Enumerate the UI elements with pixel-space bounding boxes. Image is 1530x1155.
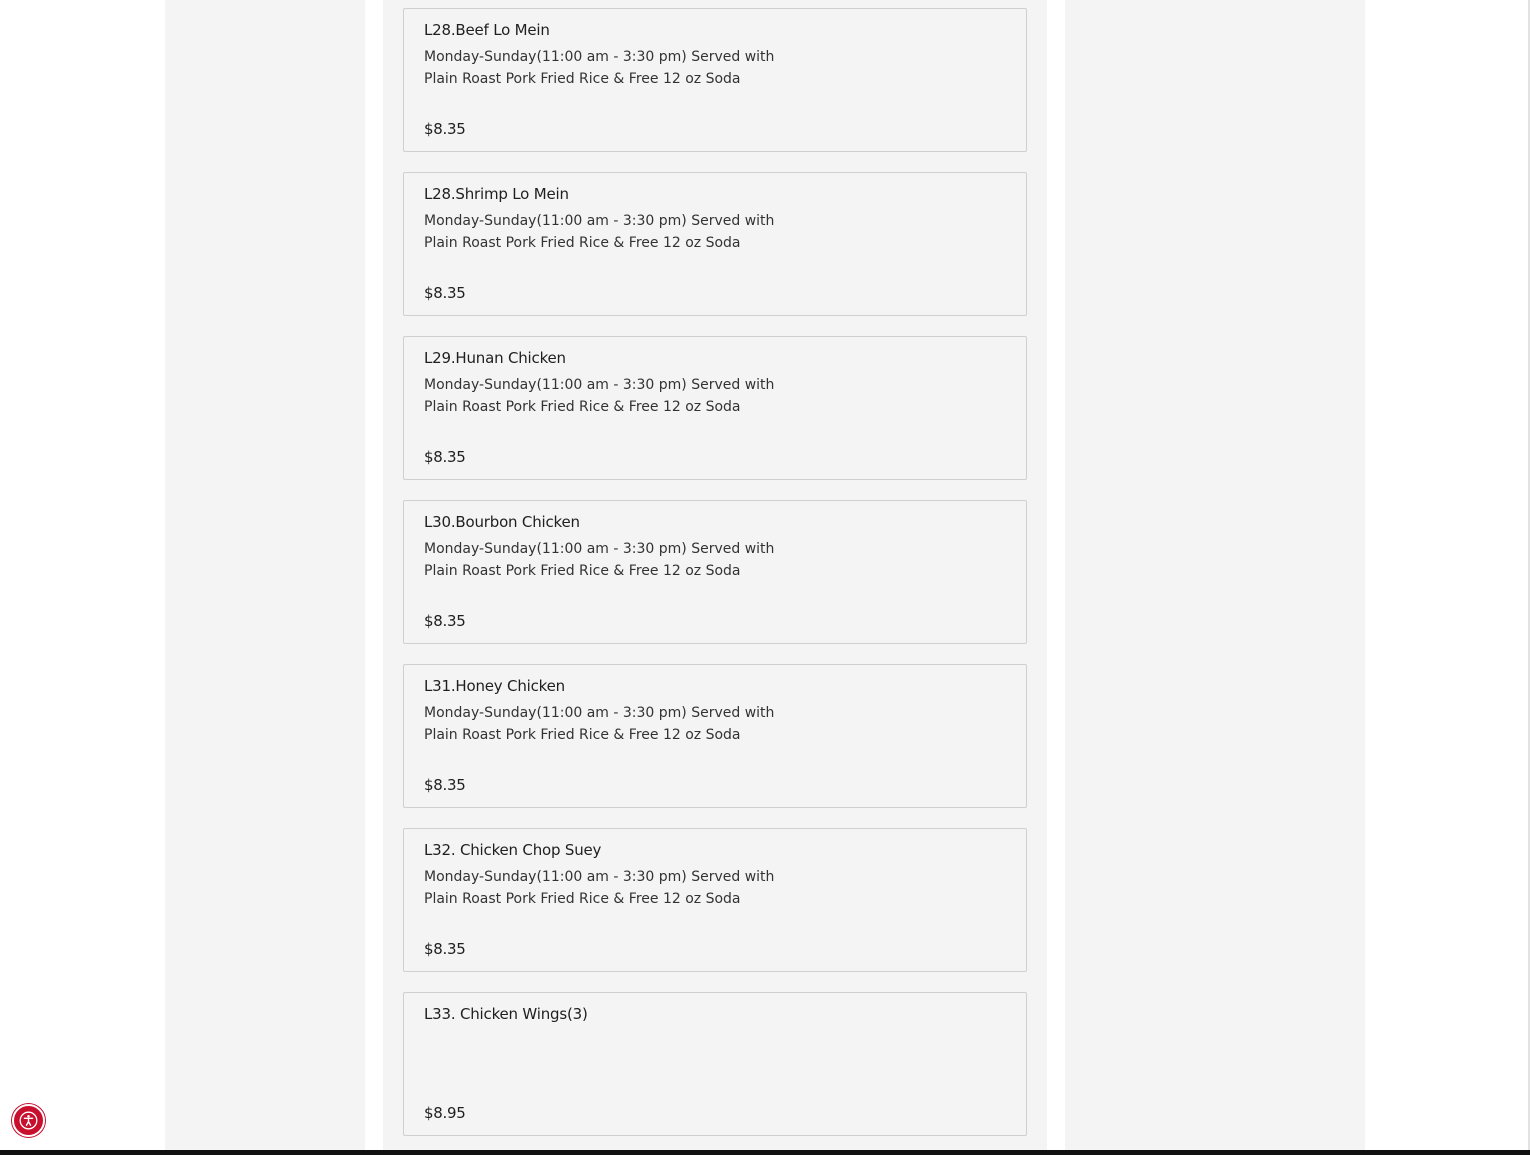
- right-column: [1065, 0, 1365, 1150]
- menu-item-name: L28.Shrimp Lo Mein: [424, 185, 569, 203]
- menu-item-card[interactable]: L28.Beef Lo Mein Monday-Sunday(11:00 am …: [403, 8, 1027, 152]
- bottom-bar: [0, 1150, 1530, 1155]
- menu-item-price: $8.35: [424, 612, 466, 630]
- menu-item-name: L28.Beef Lo Mein: [424, 21, 550, 39]
- menu-item-price: $8.35: [424, 284, 466, 302]
- menu-item-name: L29.Hunan Chicken: [424, 349, 566, 367]
- menu-item-price: $8.35: [424, 120, 466, 138]
- menu-item-price: $8.35: [424, 448, 466, 466]
- menu-item-price: $8.35: [424, 776, 466, 794]
- menu-item-description: Monday-Sunday(11:00 am - 3:30 pm) Served…: [424, 377, 775, 415]
- menu-item-name: L31.Honey Chicken: [424, 677, 565, 695]
- menu-item-description: Monday-Sunday(11:00 am - 3:30 pm) Served…: [424, 541, 775, 579]
- menu-item-price: $8.35: [424, 940, 466, 958]
- menu-item-name: L33. Chicken Wings(3): [424, 1005, 588, 1023]
- menu-item-card[interactable]: L31.Honey Chicken Monday-Sunday(11:00 am…: [403, 664, 1027, 808]
- left-column: [165, 0, 365, 1150]
- menu-item-card[interactable]: L30.Bourbon Chicken Monday-Sunday(11:00 …: [403, 500, 1027, 644]
- accessibility-button[interactable]: [12, 1104, 45, 1137]
- menu-item-description: Monday-Sunday(11:00 am - 3:30 pm) Served…: [424, 213, 775, 251]
- menu-item-card[interactable]: L28.Shrimp Lo Mein Monday-Sunday(11:00 a…: [403, 172, 1027, 316]
- menu-item-card[interactable]: L32. Chicken Chop Suey Monday-Sunday(11:…: [403, 828, 1027, 972]
- menu-item-name: L32. Chicken Chop Suey: [424, 841, 602, 859]
- menu-item-card[interactable]: L33. Chicken Wings(3) $8.95: [403, 992, 1027, 1136]
- menu-item-card[interactable]: L29.Hunan Chicken Monday-Sunday(11:00 am…: [403, 336, 1027, 480]
- menu-item-description: Monday-Sunday(11:00 am - 3:30 pm) Served…: [424, 705, 775, 743]
- menu-item-price: $8.95: [424, 1104, 466, 1122]
- menu-item-name: L30.Bourbon Chicken: [424, 513, 580, 531]
- menu-item-description: Monday-Sunday(11:00 am - 3:30 pm) Served…: [424, 49, 775, 87]
- accessibility-icon: [19, 1111, 38, 1130]
- menu-item-description: Monday-Sunday(11:00 am - 3:30 pm) Served…: [424, 869, 775, 907]
- menu-item-list: L28.Beef Lo Mein Monday-Sunday(11:00 am …: [403, 8, 1027, 1155]
- page: L28.Beef Lo Mein Monday-Sunday(11:00 am …: [0, 0, 1530, 1155]
